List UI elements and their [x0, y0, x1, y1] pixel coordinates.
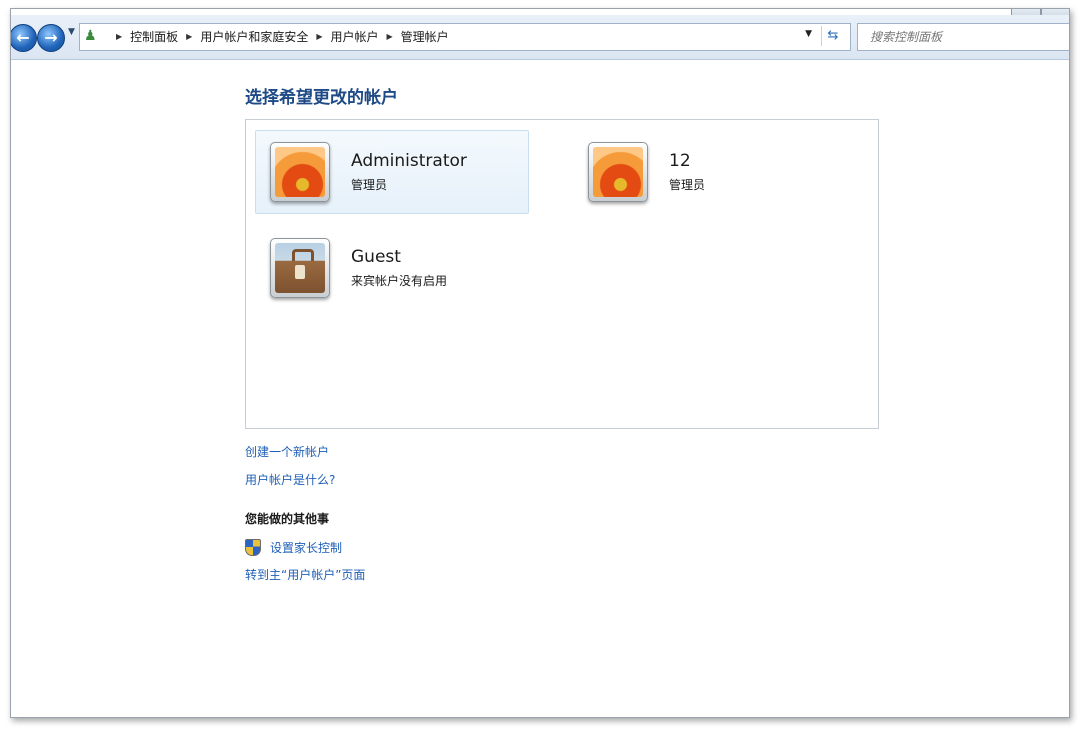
main-user-accounts-label: 转到主“用户帐户”页面 [245, 568, 366, 582]
account-type: 管理员 [669, 178, 706, 192]
account-type: 管理员 [351, 178, 388, 192]
user-accounts-icon: ♟ [84, 28, 97, 44]
breadcrumb: ▶ 控制面板 ▶ 用户帐户和家庭安全 ▶ 用户帐户 ▶ 管理帐户 [108, 28, 449, 45]
account-type: 来宾帐户没有启用 [351, 274, 448, 288]
breadcrumb-control-panel[interactable]: 控制面板 [130, 28, 178, 45]
what-is-user-account-link[interactable]: 用户帐户是什么? [245, 471, 365, 488]
chevron-right-icon[interactable]: ▶ [387, 32, 393, 41]
flower-avatar-icon [275, 147, 325, 197]
uac-shield-icon [245, 539, 261, 556]
avatar [270, 238, 330, 298]
dropdown-arrow-icon[interactable]: ▼ [68, 27, 75, 37]
suitcase-avatar-icon [275, 243, 325, 293]
breadcrumb-manage-accounts[interactable]: 管理帐户 [401, 28, 449, 45]
control-panel-window: ← → ▼ ♟ ▶ 控制面板 ▶ 用户帐户和家庭安全 ▶ 用户帐户 ▶ 管理帐户… [10, 8, 1070, 718]
forward-arrow-icon[interactable]: → [37, 24, 65, 52]
search-box[interactable] [857, 23, 1069, 51]
main-content: 选择希望更改的帐户 Administrator 管理员 12 管理员 Guest… [245, 83, 879, 582]
account-name: Guest [351, 247, 401, 267]
breadcrumb-user-accounts[interactable]: 用户帐户 [331, 28, 379, 45]
account-tile-administrator[interactable]: Administrator 管理员 [255, 130, 529, 214]
create-account-link[interactable]: 创建一个新帐户 [245, 443, 365, 460]
back-arrow-icon[interactable]: ← [11, 24, 37, 52]
chevron-right-icon[interactable]: ▶ [316, 32, 322, 41]
main-user-accounts-link[interactable]: 转到主“用户帐户”页面 [245, 566, 365, 583]
search-input[interactable] [868, 29, 1052, 45]
chevron-right-icon[interactable]: ▶ [116, 32, 122, 41]
account-name: Administrator [351, 151, 467, 171]
refresh-icon[interactable]: ⇆ [821, 26, 844, 46]
flower-avatar-icon [593, 147, 643, 197]
parental-controls-label: 设置家长控制 [270, 541, 343, 555]
chevron-right-icon[interactable]: ▶ [186, 32, 192, 41]
account-name: 12 [669, 151, 691, 171]
other-tasks-title: 您能做的其他事 [245, 512, 330, 526]
address-dropdown-icon[interactable]: ▼ [805, 29, 812, 39]
account-tile-12[interactable]: 12 管理员 [573, 130, 847, 214]
account-links: 创建一个新帐户 用户帐户是什么? 您能做的其他事 设置家长控制 转到主“用户帐户… [245, 443, 365, 593]
page-title: 选择希望更改的帐户 [245, 88, 398, 108]
breadcrumb-user-accounts-family-safety[interactable]: 用户帐户和家庭安全 [200, 28, 308, 45]
account-tile-guest[interactable]: Guest 来宾帐户没有启用 [255, 226, 529, 310]
parental-controls-link[interactable]: 设置家长控制 [245, 539, 365, 556]
address-bar[interactable]: ♟ ▶ 控制面板 ▶ 用户帐户和家庭安全 ▶ 用户帐户 ▶ 管理帐户 ▼ ⇆ [79, 23, 851, 51]
avatar [270, 142, 330, 202]
navigation-bar: ← → ▼ ♟ ▶ 控制面板 ▶ 用户帐户和家庭安全 ▶ 用户帐户 ▶ 管理帐户… [11, 15, 1069, 60]
accounts-panel: Administrator 管理员 12 管理员 Guest 来宾帐户没有启用 [245, 119, 879, 429]
avatar [588, 142, 648, 202]
